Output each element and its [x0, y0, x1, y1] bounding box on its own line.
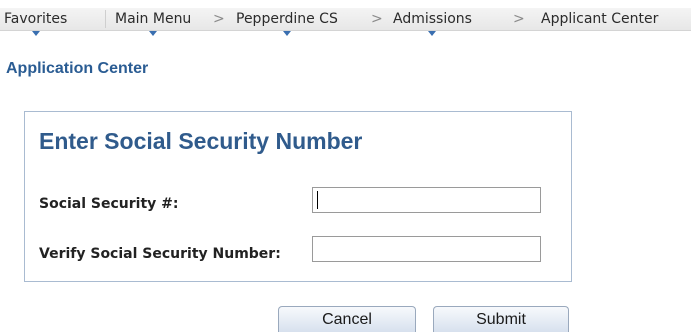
- nav-admissions[interactable]: Admissions: [393, 8, 472, 36]
- nav-applicant-center-label: Applicant Center: [541, 11, 659, 27]
- dropdown-arrow-icon: [31, 31, 40, 36]
- breadcrumb-separator-icon: >: [513, 11, 525, 27]
- nav-main-menu[interactable]: Main Menu: [115, 8, 192, 36]
- text-caret: [317, 191, 318, 209]
- nav-main-menu-label: Main Menu: [115, 11, 192, 27]
- nav-pepperdine-cs[interactable]: Pepperdine CS: [236, 8, 338, 36]
- cancel-button[interactable]: Cancel: [278, 306, 416, 332]
- nav-admissions-label: Admissions: [393, 11, 472, 27]
- breadcrumb-separator-icon: >: [213, 11, 225, 27]
- panel-title: Enter Social Security Number: [39, 128, 363, 154]
- dropdown-arrow-icon: [428, 31, 437, 36]
- nav-divider: [105, 10, 106, 28]
- nav-favorites-label: Favorites: [4, 11, 68, 27]
- dropdown-arrow-icon: [149, 31, 158, 36]
- nav-favorites[interactable]: Favorites: [4, 8, 68, 36]
- verify-ssn-label: Verify Social Security Number:: [39, 246, 281, 262]
- navigation-bar: Favorites Main Menu > Pepperdine CS > Ad…: [0, 0, 691, 38]
- nav-pepperdine-cs-label: Pepperdine CS: [236, 11, 338, 27]
- verify-ssn-input[interactable]: [312, 236, 541, 262]
- page-title: Application Center: [6, 60, 149, 77]
- submit-button[interactable]: Submit: [433, 306, 569, 332]
- nav-applicant-center[interactable]: Applicant Center: [541, 8, 658, 30]
- ssn-label: Social Security #:: [39, 196, 179, 212]
- dropdown-arrow-icon: [282, 31, 291, 36]
- breadcrumb-separator-icon: >: [371, 11, 383, 27]
- ssn-input[interactable]: [312, 187, 541, 213]
